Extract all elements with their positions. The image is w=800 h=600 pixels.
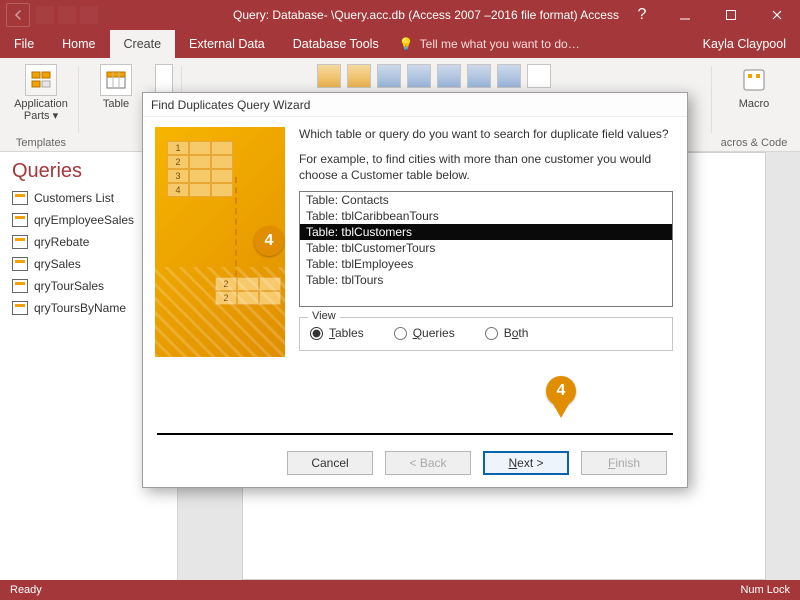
ribbon-small-button[interactable]	[437, 64, 461, 88]
table-listbox[interactable]: Table: ContactsTable: tblCaribbeanToursT…	[299, 191, 673, 307]
wizard-question: Which table or query do you want to sear…	[299, 127, 673, 141]
nav-item-label: qryTourSales	[34, 279, 104, 293]
cancel-button[interactable]: Cancel	[287, 451, 373, 475]
radio-tables-input[interactable]	[310, 327, 323, 340]
ribbon-small-button[interactable]	[317, 64, 341, 88]
tab-create[interactable]: Create	[110, 30, 176, 58]
ribbon-group-templates: Application Parts ▾ Templates	[6, 62, 76, 151]
ribbon-small-button[interactable]	[467, 64, 491, 88]
status-left: Ready	[10, 584, 42, 596]
table-label: Table	[103, 98, 129, 110]
status-bar: Ready Num Lock	[0, 580, 800, 600]
macro-button[interactable]: Macro	[731, 64, 777, 110]
help-button[interactable]: ?	[622, 6, 662, 24]
tell-me[interactable]: 💡 Tell me what you want to do…	[399, 30, 580, 58]
tell-me-label: Tell me what you want to do…	[420, 37, 580, 51]
ribbon-group-macros: Macro acros & Code	[714, 62, 794, 151]
view-legend: View	[308, 310, 340, 322]
listbox-option[interactable]: Table: tblTours	[300, 272, 672, 288]
query-icon	[12, 213, 28, 227]
wizard-example: For example, to find cities with more th…	[299, 151, 673, 183]
callout-badge: 4	[254, 226, 284, 256]
nav-item-label: Customers List	[34, 191, 114, 205]
listbox-option[interactable]: Table: tblCustomers	[300, 224, 672, 240]
ribbon-small-button[interactable]	[347, 64, 371, 88]
query-icon	[12, 279, 28, 293]
nav-item-label: qryEmployeeSales	[34, 213, 134, 227]
quick-access-toolbar	[36, 6, 98, 24]
macro-label: Macro	[739, 98, 770, 110]
tab-home[interactable]: Home	[48, 30, 109, 58]
radio-tables[interactable]: Tables	[310, 326, 364, 340]
tab-file[interactable]: File	[0, 30, 48, 58]
group-macros-label: acros & Code	[720, 135, 788, 151]
tab-database-tools[interactable]: Database Tools	[279, 30, 393, 58]
maximize-button[interactable]	[708, 0, 754, 30]
radio-both[interactable]: Both	[485, 326, 529, 340]
ribbon-tabs: File Home Create External Data Database …	[0, 30, 800, 58]
query-icon	[12, 301, 28, 315]
next-button[interactable]: Next >	[483, 451, 569, 475]
back-button: < Back	[385, 451, 471, 475]
nav-item-label: qryRebate	[34, 235, 89, 249]
table-button[interactable]: Table	[87, 64, 145, 110]
finish-button: Finish	[581, 451, 667, 475]
ribbon-small-button[interactable]	[497, 64, 521, 88]
listbox-option[interactable]: Table: tblEmployees	[300, 256, 672, 272]
back-button[interactable]	[6, 3, 30, 27]
query-icon	[12, 257, 28, 271]
window-title: Query: Database- \Query.acc.db (Access 2…	[230, 8, 622, 22]
callout-badge: 4	[546, 376, 576, 406]
view-group: View Tables Queries Both	[299, 317, 673, 351]
tab-external-data[interactable]: External Data	[175, 30, 279, 58]
ribbon-small-button[interactable]	[377, 64, 401, 88]
radio-queries-input[interactable]	[394, 327, 407, 340]
lightbulb-icon: 💡	[399, 37, 414, 51]
group-templates-label: Templates	[12, 135, 70, 151]
close-button[interactable]	[754, 0, 800, 30]
listbox-option[interactable]: Table: tblCustomerTours	[300, 240, 672, 256]
window-titlebar: Query: Database- \Query.acc.db (Access 2…	[0, 0, 800, 30]
listbox-option[interactable]: Table: tblCaribbeanTours	[300, 208, 672, 224]
signed-in-user[interactable]: Kayla Claypool	[689, 30, 800, 58]
query-icon	[12, 191, 28, 205]
status-right: Num Lock	[740, 584, 790, 596]
dialog-title: Find Duplicates Query Wizard	[143, 93, 687, 117]
listbox-option[interactable]: Table: Contacts	[300, 192, 672, 208]
wizard-dialog: Find Duplicates Query Wizard 1234 22 Whi…	[142, 92, 688, 488]
application-parts-label: Application Parts ▾	[14, 98, 68, 122]
nav-item-label: qryToursByName	[34, 301, 126, 315]
radio-queries[interactable]: Queries	[394, 326, 455, 340]
nav-item-label: qrySales	[34, 257, 81, 271]
ribbon-small-button[interactable]	[407, 64, 431, 88]
ribbon-small-button[interactable]	[527, 64, 551, 88]
minimize-button[interactable]	[662, 0, 708, 30]
application-parts-button[interactable]: Application Parts ▾	[12, 64, 70, 122]
query-icon	[12, 235, 28, 249]
radio-both-input[interactable]	[485, 327, 498, 340]
